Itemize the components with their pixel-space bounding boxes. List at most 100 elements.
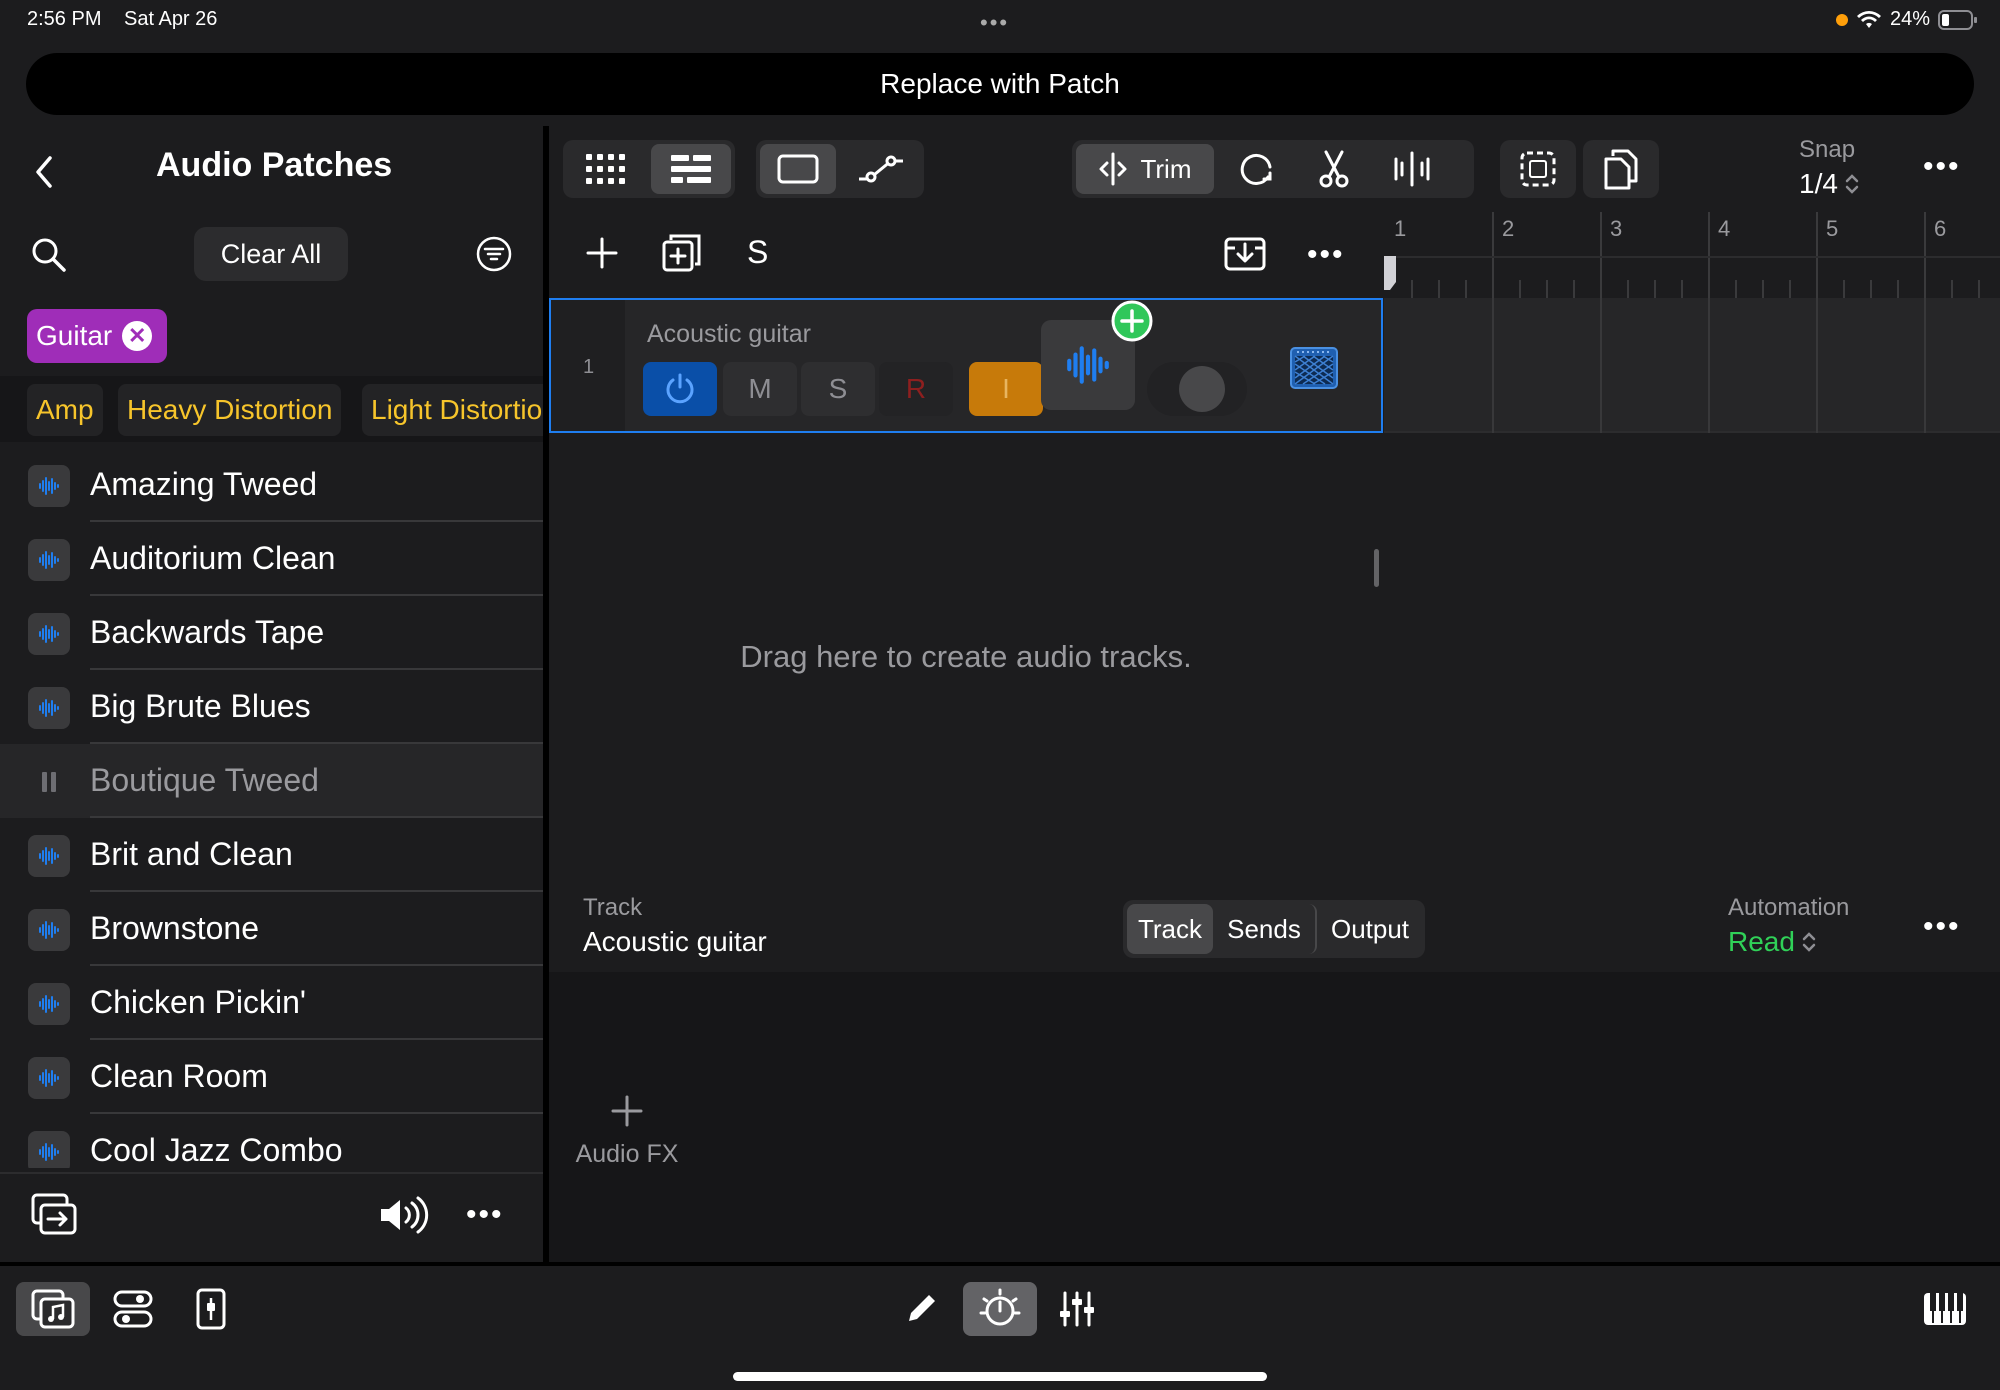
list-item[interactable]: Backwards Tape <box>0 596 543 670</box>
list-item[interactable]: Big Brute Blues <box>0 670 543 744</box>
category-chip[interactable]: Heavy Distortion <box>118 384 342 436</box>
tracks-view-icon[interactable] <box>651 144 731 194</box>
replace-patch-icon[interactable] <box>30 1192 78 1236</box>
inspector-more-icon[interactable]: ••• <box>1923 910 1961 944</box>
patch-name: Amazing Tweed <box>90 466 318 502</box>
inspector-track-name: Acoustic guitar <box>583 926 767 957</box>
track-power-icon[interactable] <box>643 362 717 416</box>
automation-mode-selector[interactable]: Read <box>1728 926 1817 958</box>
tab-sends[interactable]: Sends <box>1213 904 1317 954</box>
copy-region-icon[interactable] <box>1587 144 1655 194</box>
copy-group <box>1583 140 1659 198</box>
search-icon[interactable] <box>30 236 68 274</box>
battery-percent: 24% <box>1889 8 1930 30</box>
more-options-icon[interactable]: ••• <box>466 1198 504 1232</box>
loop-tool-icon[interactable] <box>1218 144 1294 194</box>
list-item[interactable]: Clean Room <box>0 1040 543 1114</box>
keyboard-icon[interactable] <box>1908 1282 1982 1336</box>
empty-timeline-area[interactable] <box>1384 433 2000 880</box>
pause-icon[interactable] <box>28 761 70 803</box>
select-region-group <box>1500 140 1576 198</box>
input-monitor-button[interactable]: I <box>969 362 1043 416</box>
status-date: Sat Apr 26 <box>124 8 218 30</box>
solo-button[interactable]: S <box>801 362 875 416</box>
list-item[interactable]: Amazing Tweed <box>0 448 543 522</box>
split-scissors-icon[interactable] <box>1296 144 1372 194</box>
inspector-header: Track Acoustic guitar Track Sends Output… <box>549 886 2000 972</box>
active-filter-tag[interactable]: Guitar ✕ <box>27 309 167 363</box>
track-drop-area[interactable]: Drag here to create audio tracks. <box>549 433 1383 880</box>
smart-controls-icon[interactable] <box>963 1282 1037 1336</box>
home-indicator[interactable] <box>733 1372 1267 1381</box>
record-arm-button[interactable]: R <box>879 362 953 416</box>
automation-curve-icon[interactable] <box>842 144 920 194</box>
timeline-ruler[interactable]: 1 2 3 4 5 6 <box>1384 212 2000 298</box>
waveform-icon <box>28 465 70 507</box>
trim-label: Trim <box>1140 153 1192 184</box>
region-view-icon[interactable] <box>760 144 836 194</box>
track-header-more-icon[interactable]: ••• <box>1307 238 1345 272</box>
tab-track[interactable]: Track <box>1127 904 1213 954</box>
waveform-icon <box>28 1057 70 1099</box>
inspector-toggle-icon[interactable] <box>174 1282 248 1336</box>
amp-instrument-icon[interactable] <box>1289 342 1339 392</box>
patch-name: Backwards Tape <box>90 614 325 650</box>
duplicate-track-icon[interactable] <box>661 232 703 274</box>
mixer-icon[interactable] <box>1040 1282 1114 1336</box>
remove-filter-icon[interactable]: ✕ <box>122 321 153 351</box>
bar-number: 3 <box>1610 216 1623 241</box>
marquee-select-icon[interactable] <box>1504 144 1572 194</box>
browser-footer: ••• <box>0 1172 543 1262</box>
join-tool-icon[interactable] <box>1374 144 1450 194</box>
track-lane[interactable] <box>1384 298 2000 433</box>
replace-with-patch-button[interactable]: Replace with Patch <box>26 53 1974 115</box>
list-item[interactable]: Cool Jazz Combo <box>0 1114 543 1168</box>
category-chip[interactable]: Light Distortion <box>362 384 543 436</box>
audio-fx-label: Audio FX <box>575 1140 679 1168</box>
snap-selector[interactable]: 1/4 <box>1799 168 1860 200</box>
add-track-icon[interactable] <box>585 236 619 270</box>
filter-icon[interactable] <box>475 235 513 273</box>
trim-tool-button[interactable]: Trim <box>1076 144 1214 194</box>
back-chevron-icon[interactable] <box>30 152 56 192</box>
bottom-control-bar <box>0 1262 2000 1390</box>
up-down-chevron-icon <box>1802 932 1816 952</box>
patch-name: Big Brute Blues <box>90 688 311 724</box>
track-header-resize-handle[interactable] <box>1374 549 1379 587</box>
list-item[interactable]: Brownstone <box>0 892 543 966</box>
tab-output[interactable]: Output <box>1317 904 1423 954</box>
list-item-playing[interactable]: Boutique Tweed <box>0 744 543 818</box>
track-header-bar: S ••• <box>549 212 1383 298</box>
browser-toggle-icon[interactable] <box>16 1282 90 1336</box>
toolbar-more-icon[interactable]: ••• <box>1923 150 1961 184</box>
list-item[interactable]: Brit and Clean <box>0 818 543 892</box>
list-item[interactable]: Auditorium Clean <box>0 522 543 596</box>
track-inspector: Track Acoustic guitar Track Sends Output… <box>549 886 2000 1262</box>
list-item[interactable]: Chicken Pickin' <box>0 966 543 1040</box>
quick-help-toggles-icon[interactable] <box>96 1282 170 1336</box>
replace-bar: Replace with Patch <box>0 44 2000 126</box>
import-icon[interactable] <box>1223 234 1267 274</box>
speaker-preview-icon[interactable] <box>378 1196 430 1234</box>
track-volume-slider[interactable] <box>1147 362 1247 416</box>
inspector-tabs: Track Sends Output <box>1123 900 1425 958</box>
playhead-icon[interactable] <box>1384 256 1398 296</box>
grid-view-icon[interactable] <box>567 144 645 194</box>
waveform-icon <box>28 1131 70 1168</box>
bar-number: 4 <box>1718 216 1731 241</box>
track-name[interactable]: Acoustic guitar <box>647 320 811 349</box>
filter-tag-label: Guitar <box>36 320 113 351</box>
track-header-acoustic[interactable]: 1 Acoustic guitar M S R I <box>549 298 1383 433</box>
solo-header-button[interactable]: S <box>747 234 768 271</box>
waveform-icon <box>28 539 70 581</box>
add-audio-fx-button[interactable]: Audio FX <box>576 1094 678 1194</box>
waveform-icon <box>28 909 70 951</box>
multitasking-dots-icon[interactable]: ••• <box>980 10 1009 36</box>
category-chip[interactable]: Amp <box>27 384 103 436</box>
plus-icon <box>611 1095 643 1127</box>
mute-button[interactable]: M <box>723 362 797 416</box>
clear-all-button[interactable]: Clear All <box>194 227 348 281</box>
patch-name: Brit and Clean <box>90 836 293 872</box>
pencil-icon[interactable] <box>884 1282 958 1336</box>
volume-knob[interactable] <box>1179 366 1225 412</box>
